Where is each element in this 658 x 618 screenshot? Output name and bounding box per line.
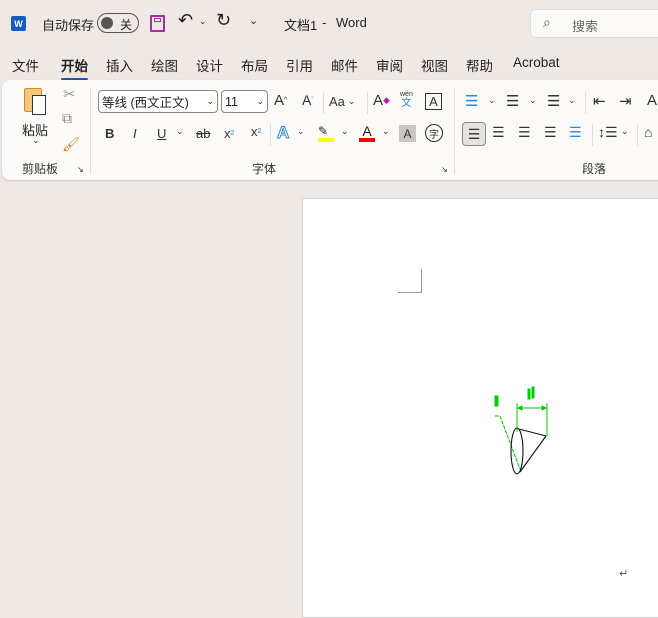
distributed-button[interactable]: ☰ xyxy=(569,124,582,141)
italic-button[interactable]: I xyxy=(133,126,137,141)
phonetic-guide-button[interactable]: wén 文 xyxy=(400,90,413,109)
font-color-button[interactable]: A xyxy=(359,123,375,142)
undo-dropdown-icon[interactable]: ⌄ xyxy=(199,16,207,27)
format-painter-icon[interactable]: 🖌 xyxy=(62,136,80,153)
line-spacing-dropdown-icon[interactable]: ⌄ xyxy=(621,126,629,137)
search-icon: ⌕ xyxy=(543,14,551,30)
customize-icon[interactable]: ⌄ xyxy=(249,14,258,27)
clear-formatting-button[interactable]: A ◆ xyxy=(373,92,390,109)
cut-icon[interactable]: ✂ xyxy=(63,85,76,103)
search-box[interactable]: ⌕ 搜索 xyxy=(530,9,658,38)
font-size-select[interactable]: 11 ⌄ xyxy=(221,90,268,113)
paragraph-group-label: 段落 xyxy=(582,162,607,176)
tab-acrobat[interactable]: Acrobat xyxy=(513,55,560,70)
autosave-toggle[interactable]: 关 xyxy=(97,13,139,33)
decrease-indent-button[interactable]: ⇤ xyxy=(593,92,606,110)
highlight-button[interactable]: ✎ xyxy=(318,124,334,142)
underline-dropdown-icon[interactable]: ⌄ xyxy=(176,126,184,137)
paste-icon[interactable] xyxy=(24,88,46,115)
change-case-button[interactable]: Aa ⌄ xyxy=(329,94,355,109)
subscript-button[interactable]: x2 xyxy=(224,126,234,141)
text-effects-button[interactable]: A xyxy=(276,123,289,143)
tab-layout[interactable]: 布局 xyxy=(241,55,268,75)
tab-help[interactable]: 帮助 xyxy=(466,55,493,75)
cone-drawing[interactable] xyxy=(488,384,558,479)
bullets-button[interactable]: ☰ xyxy=(465,92,478,110)
cone-outline xyxy=(510,427,547,475)
character-shading-button[interactable]: A xyxy=(399,125,416,142)
paste-dropdown-icon[interactable]: ⌄ xyxy=(32,135,40,146)
clipboard-group-label: 剪贴板 xyxy=(22,162,59,176)
shading-button[interactable]: ⌂ xyxy=(644,124,652,140)
margin-corner-mark xyxy=(398,269,422,293)
tab-draw[interactable]: 绘图 xyxy=(151,55,178,75)
align-right-button[interactable]: ☰ xyxy=(518,124,531,141)
tab-home[interactable]: 开始 xyxy=(61,55,88,80)
highlight-dropdown-icon[interactable]: ⌄ xyxy=(341,126,349,137)
character-border-button[interactable]: A xyxy=(425,93,442,110)
superscript-button[interactable]: x2 xyxy=(251,124,261,139)
bullets-dropdown-icon[interactable]: ⌄ xyxy=(488,95,496,106)
dimension-lines xyxy=(494,386,548,470)
enclose-characters-button[interactable]: 字 xyxy=(425,124,443,142)
font-name-select[interactable]: 等线 (西文正文) ⌄ xyxy=(98,90,218,113)
numbering-dropdown-icon[interactable]: ⌄ xyxy=(529,95,537,106)
tab-design[interactable]: 设计 xyxy=(196,55,223,75)
copy-icon[interactable]: ⧉ xyxy=(62,110,72,127)
increase-indent-button[interactable]: ⇥ xyxy=(619,92,632,110)
doc-title: 文档1 xyxy=(284,18,318,33)
tab-insert[interactable]: 插入 xyxy=(106,55,133,75)
font-launcher-icon[interactable]: ↘ xyxy=(441,165,448,174)
numbering-button[interactable]: ☰ xyxy=(506,92,519,110)
paragraph-mark-icon: ↵ xyxy=(619,568,629,580)
title-separator: - xyxy=(322,15,327,30)
autosave-label: 自动保存 xyxy=(42,18,95,33)
font-color-dropdown-icon[interactable]: ⌄ xyxy=(382,126,390,137)
document-page[interactable]: ↵ xyxy=(302,198,658,618)
tab-references[interactable]: 引用 xyxy=(286,55,313,75)
tab-mailings[interactable]: 邮件 xyxy=(331,55,358,75)
undo-icon[interactable]: ↶ xyxy=(178,10,193,31)
multilevel-list-button[interactable]: ☰ xyxy=(547,92,560,110)
tab-review[interactable]: 审阅 xyxy=(376,55,403,75)
font-group-label: 字体 xyxy=(252,162,277,176)
clipboard-launcher-icon[interactable]: ↘ xyxy=(77,165,84,174)
text-effects-dropdown-icon[interactable]: ⌄ xyxy=(297,126,305,137)
app-name: Word xyxy=(336,15,367,30)
redo-icon[interactable]: ↻ xyxy=(216,10,231,31)
justify-button[interactable]: ☰ xyxy=(544,124,557,141)
word-logo-icon: W xyxy=(11,16,26,31)
multilevel-dropdown-icon[interactable]: ⌄ xyxy=(568,95,576,106)
chinese-layout-button[interactable]: A xyxy=(647,92,657,109)
align-left-button[interactable]: ☰ xyxy=(462,122,486,146)
bold-button[interactable]: B xyxy=(105,126,114,141)
underline-button[interactable]: U xyxy=(157,126,166,141)
tab-file[interactable]: 文件 xyxy=(12,55,39,75)
save-icon[interactable] xyxy=(150,15,165,32)
shrink-font-button[interactable]: Aˇ xyxy=(302,92,314,108)
grow-font-button[interactable]: A ^ xyxy=(274,92,287,109)
align-center-button[interactable]: ☰ xyxy=(492,124,505,141)
tab-view[interactable]: 视图 xyxy=(421,55,448,75)
line-spacing-button[interactable]: ↕☰ xyxy=(598,124,618,141)
strikethrough-button[interactable]: ab xyxy=(196,126,210,141)
